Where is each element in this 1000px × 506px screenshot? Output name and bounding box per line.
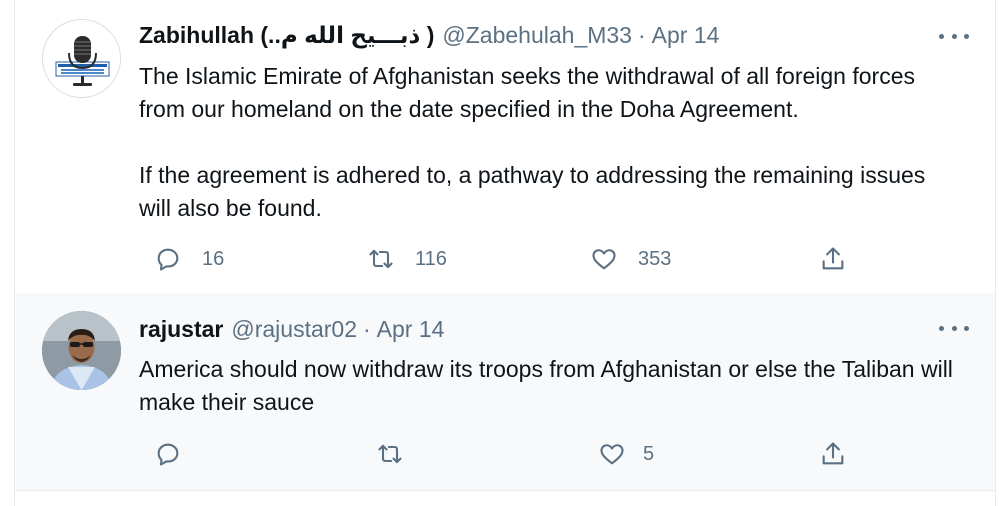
avatar[interactable]: [42, 19, 121, 98]
microphone-logo-icon: [43, 20, 120, 97]
display-name[interactable]: rajustar: [139, 316, 223, 343]
share-button[interactable]: [819, 245, 847, 273]
retweet-button[interactable]: [376, 440, 404, 468]
tweet-text: America should now withdraw its troops f…: [139, 356, 953, 415]
tweet-text-paragraph: The Islamic Emirate of Afghanistan seeks…: [139, 63, 915, 122]
retweet-button[interactable]: 116: [367, 245, 447, 273]
like-count: 5: [643, 442, 655, 465]
share-button[interactable]: [819, 440, 847, 468]
tweet-date[interactable]: Apr 14: [377, 316, 445, 343]
tweet-header: rajustar @rajustar02 · Apr 14: [139, 316, 444, 343]
retweet-icon: [369, 249, 393, 269]
reply-count: 16: [202, 247, 225, 270]
share-icon: [822, 442, 844, 465]
like-button[interactable]: 353: [590, 245, 671, 273]
reply-icon: [157, 248, 179, 271]
heart-icon: [600, 444, 624, 465]
user-handle[interactable]: @rajustar02: [231, 316, 357, 343]
separator-dot: ·: [637, 22, 646, 48]
user-handle[interactable]: @Zabehulah_M33: [442, 22, 632, 49]
separator-dot: ·: [363, 316, 371, 342]
retweet-icon: [378, 444, 402, 464]
tweet-text-paragraph: If the agreement is adhered to, a pathwa…: [139, 162, 926, 221]
avatar[interactable]: [42, 311, 121, 390]
heart-icon: [592, 249, 616, 270]
display-name[interactable]: Zabihullah (..ذبـــیح الله م ): [139, 22, 434, 49]
tweet-date[interactable]: Apr 14: [652, 22, 720, 49]
tweet-original[interactable]: Zabihullah (..ذبـــیح الله م ) @Zabehula…: [15, 0, 995, 293]
more-options-icon[interactable]: [939, 318, 969, 338]
more-options-icon[interactable]: [939, 26, 969, 46]
tweet-thread: Zabihullah (..ذبـــیح الله م ) @Zabehula…: [14, 0, 996, 506]
tweet-header: Zabihullah (..ذبـــیح الله م ) @Zabehula…: [139, 22, 719, 49]
reply-button[interactable]: 16: [154, 245, 224, 273]
reply-icon: [157, 443, 179, 466]
retweet-count: 116: [415, 247, 447, 270]
user-photo-icon: [42, 311, 121, 390]
like-button[interactable]: 5: [598, 440, 654, 468]
reply-button[interactable]: [154, 440, 182, 468]
like-count: 353: [638, 247, 672, 270]
share-icon: [822, 247, 844, 270]
